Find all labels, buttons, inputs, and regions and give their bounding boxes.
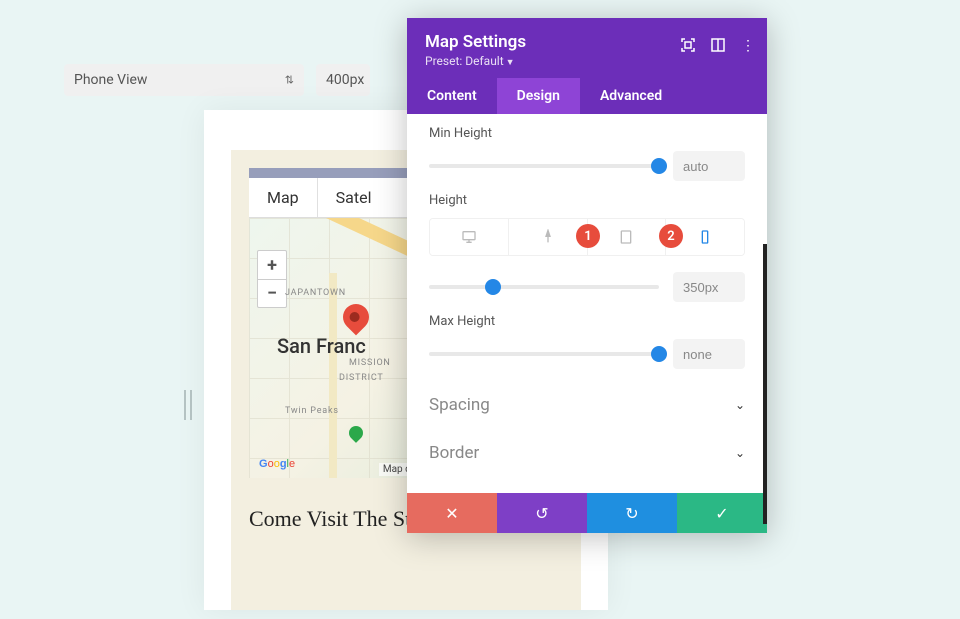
preview-width-input[interactable]: 400px	[316, 64, 370, 96]
device-select[interactable]: Phone View ⇅	[64, 64, 304, 96]
preview-width-value: 400px	[326, 72, 364, 88]
chevron-updown-icon: ⇅	[285, 74, 294, 87]
cancel-button[interactable]: ✕	[407, 493, 497, 533]
columns-icon[interactable]	[711, 38, 725, 56]
min-height-input[interactable]	[673, 151, 745, 181]
map-tab-map[interactable]: Map	[249, 178, 317, 217]
callout-2: 2	[659, 224, 683, 248]
map-label-japantown: JAPANTOWN	[285, 288, 346, 298]
google-logo: Google	[259, 458, 295, 470]
device-hover-button[interactable]	[508, 219, 587, 255]
tab-design[interactable]: Design	[497, 78, 580, 114]
kebab-menu-icon[interactable]: ⋮	[741, 38, 755, 56]
decorative-lines	[184, 390, 192, 420]
max-height-slider[interactable]	[429, 352, 659, 356]
panel-header-icons: ⋮	[681, 38, 755, 56]
chevron-down-icon: ⌄	[735, 398, 745, 412]
height-label: Height	[429, 193, 745, 208]
device-select-label: Phone View	[74, 72, 147, 88]
accordion-border[interactable]: Border ⌄	[429, 429, 745, 477]
accordion-spacing-label: Spacing	[429, 395, 490, 415]
device-desktop-button[interactable]	[430, 219, 508, 255]
panel-preset[interactable]: Preset: Default▼	[425, 54, 749, 68]
accordion-spacing[interactable]: Spacing ⌄	[429, 381, 745, 429]
settings-panel: Map Settings Preset: Default▼ ⋮ Content …	[407, 18, 767, 533]
panel-body: Min Height Height	[407, 114, 767, 493]
road-street	[329, 273, 337, 478]
map-city-label: San Franc	[277, 334, 366, 358]
callout-1: 1	[576, 224, 600, 248]
undo-button[interactable]: ↺	[497, 493, 587, 533]
max-height-input[interactable]	[673, 339, 745, 369]
panel-tabs: Content Design Advanced	[407, 78, 767, 114]
accordion-border-label: Border	[429, 443, 479, 463]
map-zoom-controls: + −	[257, 250, 287, 308]
map-label-mission: MISSION	[349, 358, 391, 368]
slider-thumb[interactable]	[485, 279, 501, 295]
max-height-label: Max Height	[429, 314, 745, 329]
scrollbar[interactable]	[763, 244, 767, 524]
slider-thumb[interactable]	[651, 158, 667, 174]
tab-advanced[interactable]: Advanced	[580, 78, 682, 114]
height-input[interactable]	[673, 272, 745, 302]
zoom-out-button[interactable]: −	[258, 279, 286, 307]
height-row	[429, 272, 745, 302]
panel-header: Map Settings Preset: Default▼ ⋮	[407, 18, 767, 78]
redo-button[interactable]: ↻	[587, 493, 677, 533]
map-label-twinpeaks: Twin Peaks	[285, 406, 339, 416]
max-height-row	[429, 339, 745, 369]
slider-thumb[interactable]	[651, 346, 667, 362]
height-slider[interactable]	[429, 285, 659, 289]
map-label-district: DISTRICT	[339, 373, 384, 383]
panel-footer: ✕ ↺ ↻ ✓	[407, 493, 767, 533]
min-height-row	[429, 151, 745, 181]
save-button[interactable]: ✓	[677, 493, 767, 533]
tab-content[interactable]: Content	[407, 78, 497, 114]
map-tab-satellite[interactable]: Satel	[317, 178, 390, 217]
chevron-down-icon: ⌄	[735, 446, 745, 460]
zoom-in-button[interactable]: +	[258, 251, 286, 279]
min-height-slider[interactable]	[429, 164, 659, 168]
chevron-down-icon: ▼	[506, 58, 515, 68]
expand-icon[interactable]	[681, 38, 695, 56]
min-height-label: Min Height	[429, 126, 745, 141]
